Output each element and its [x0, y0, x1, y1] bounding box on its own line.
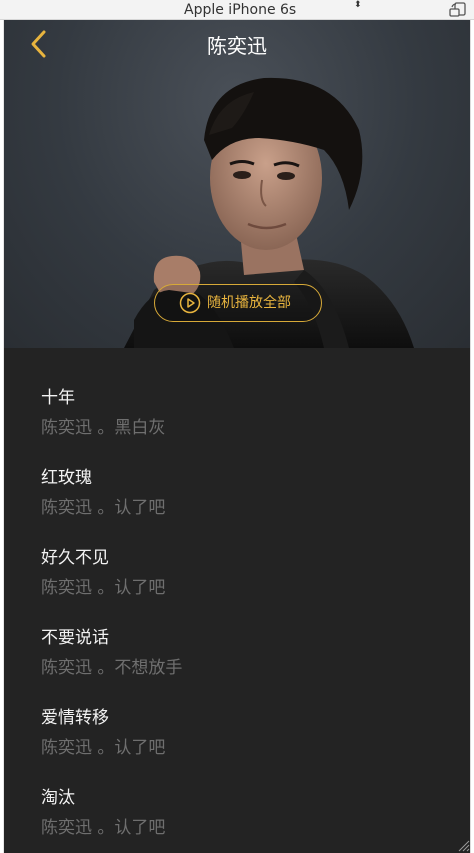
- song-title: 十年: [41, 388, 75, 408]
- play-circle-icon: [179, 292, 201, 314]
- song-item[interactable]: 红玫瑰 陈奕迅 。认了吧: [41, 466, 441, 532]
- device-name: Apple iPhone 6s: [184, 2, 297, 18]
- viewport-edge-right: [470, 20, 474, 853]
- song-title: 爱情转移: [41, 708, 109, 728]
- shuffle-play-all-button[interactable]: 随机播放全部: [154, 284, 322, 322]
- song-item[interactable]: 好久不见 陈奕迅 。认了吧: [41, 546, 441, 612]
- song-item[interactable]: 十年 陈奕迅 。黑白灰: [41, 386, 441, 452]
- phone-viewport: 陈奕迅 随机播放全部 十年 陈奕迅 。黑白灰 红玫瑰 陈奕迅 。认了吧 好久不见…: [4, 20, 470, 853]
- rotate-icon[interactable]: [449, 2, 469, 18]
- song-item[interactable]: 爱情转移 陈奕迅 。认了吧: [41, 706, 441, 772]
- select-arrows-icon: ⬍: [354, 0, 362, 10]
- song-subtitle: 陈奕迅 。黑白灰: [41, 418, 166, 438]
- song-item[interactable]: 不要说话 陈奕迅 。不想放手: [41, 626, 441, 692]
- song-title: 好久不见: [41, 548, 109, 568]
- song-subtitle: 陈奕迅 。认了吧: [41, 738, 166, 758]
- song-subtitle: 陈奕迅 。认了吧: [41, 818, 166, 838]
- device-toolbar: Apple iPhone 6s ⬍: [0, 0, 474, 20]
- song-subtitle: 陈奕迅 。认了吧: [41, 578, 166, 598]
- song-title: 淘汰: [41, 788, 75, 808]
- song-title: 不要说话: [41, 628, 109, 648]
- page-title: 陈奕迅: [207, 34, 267, 58]
- resize-grip-icon[interactable]: [456, 838, 470, 852]
- song-item[interactable]: 淘汰 陈奕迅 。认了吧: [41, 786, 441, 852]
- device-select[interactable]: Apple iPhone 6s ⬍: [184, 1, 364, 19]
- song-subtitle: 陈奕迅 。不想放手: [41, 658, 183, 678]
- song-subtitle: 陈奕迅 。认了吧: [41, 498, 166, 518]
- shuffle-label: 随机播放全部: [207, 295, 291, 311]
- artist-hero: 陈奕迅 随机播放全部: [4, 20, 470, 348]
- song-title: 红玫瑰: [41, 468, 92, 488]
